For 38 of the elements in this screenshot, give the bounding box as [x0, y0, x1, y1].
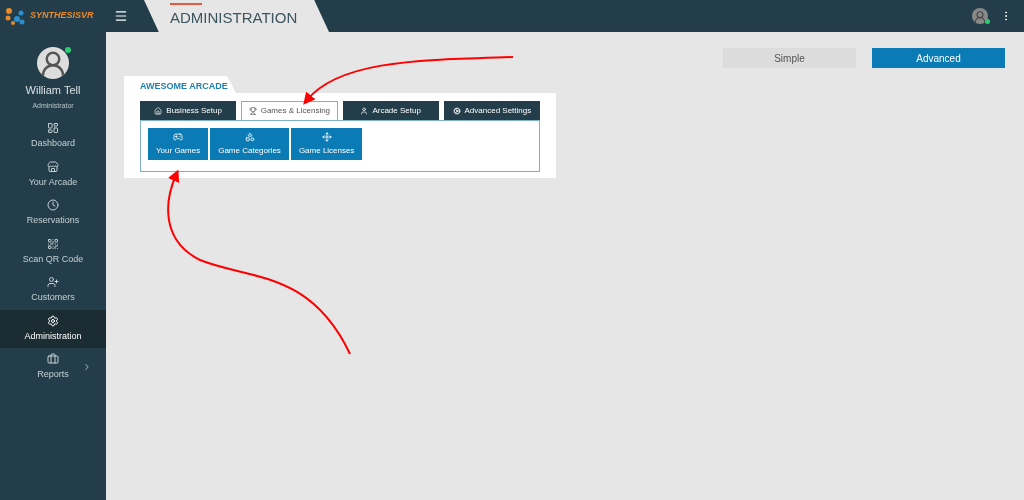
tab[interactable]: Advanced Settings	[443, 101, 540, 120]
mode-button[interactable]: Advanced	[872, 48, 1005, 68]
sidebar-item[interactable]: Scan QR Code	[0, 232, 106, 271]
qr-code-icon	[47, 237, 59, 250]
sidebar-item[interactable]: Reservations	[0, 194, 106, 233]
gamepad-icon	[173, 131, 184, 142]
trophy-icon	[248, 107, 257, 115]
tab[interactable]: Games & Licensing	[241, 101, 338, 120]
sidebar-item[interactable]: Dashboard	[0, 117, 106, 156]
gears-icon	[452, 106, 461, 115]
sidebar-item[interactable]: Your Arcade	[0, 155, 106, 194]
sidebar-item[interactable]: Administration	[0, 309, 106, 348]
sidebar-item[interactable]: Reports	[0, 348, 106, 387]
user-icon	[360, 106, 369, 115]
avatar	[37, 47, 69, 79]
mode-button[interactable]: Simple	[723, 48, 856, 68]
chevron-icon	[82, 362, 92, 372]
tab[interactable]: Business Setup	[140, 101, 237, 120]
dashboard-icon	[47, 122, 59, 134]
logo-icon	[4, 5, 26, 27]
tile-button[interactable]: Your Games	[148, 128, 209, 160]
briefcase-icon	[47, 353, 59, 365]
user-plus-icon	[47, 276, 59, 288]
store-icon	[47, 160, 59, 173]
page-title: ADMINISTRATION	[170, 7, 299, 28]
settings-icon	[47, 314, 59, 327]
menu-icon[interactable]	[114, 9, 128, 23]
clock-icon	[47, 199, 59, 211]
tile-button[interactable]: Game Licenses	[290, 128, 363, 160]
user-name: William Tell	[25, 83, 81, 98]
tab[interactable]: Arcade Setup	[342, 101, 439, 120]
tile-button[interactable]: Game Categories	[210, 128, 289, 160]
dpad-icon	[321, 131, 332, 142]
sidebar-item[interactable]: Customers	[0, 271, 106, 310]
shapes-icon	[244, 131, 255, 142]
home-icon	[154, 106, 163, 115]
brand-name: SYNTHESISVR	[30, 9, 94, 23]
avatar[interactable]	[972, 8, 988, 24]
